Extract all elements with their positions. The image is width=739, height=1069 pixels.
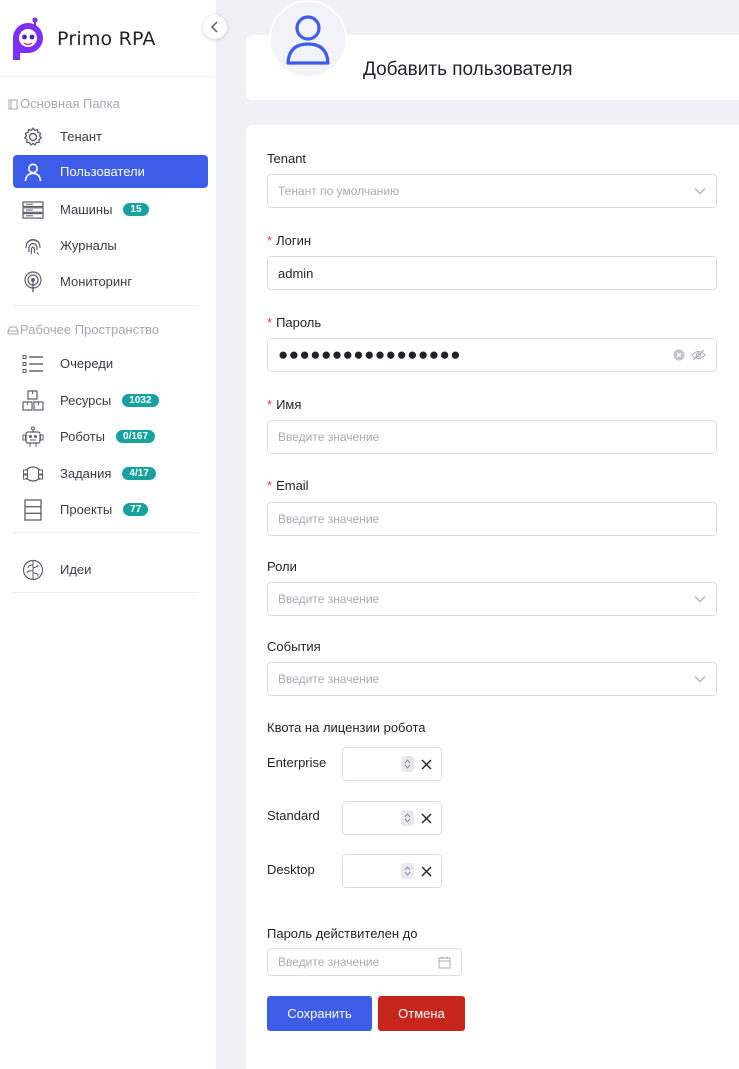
sidebar-item-monitoring[interactable]: Мониторинг bbox=[13, 265, 208, 298]
chevron-down-icon bbox=[694, 188, 706, 195]
sidebar-item-users[interactable]: Пользователи bbox=[13, 155, 208, 188]
clear-x-icon[interactable] bbox=[419, 864, 433, 878]
sidebar: Primo RPA Основная Папка Тенант Пользова… bbox=[0, 0, 227, 1069]
tenant-label: Tenant bbox=[267, 151, 307, 166]
gear-icon bbox=[21, 125, 45, 149]
group-title-main-folder: Основная Папка bbox=[7, 96, 120, 111]
stack-icon bbox=[21, 498, 45, 522]
machines-count-badge: 15 bbox=[123, 203, 149, 216]
email-label: * Email bbox=[267, 478, 309, 493]
login-label: * Логин bbox=[267, 233, 312, 248]
number-spinner[interactable] bbox=[401, 810, 414, 826]
eye-off-icon[interactable] bbox=[691, 349, 706, 361]
chevron-left-icon bbox=[210, 21, 218, 33]
sidebar-item-robots[interactable]: Роботы 0/167 bbox=[13, 420, 208, 453]
cycle-icon bbox=[21, 462, 45, 486]
chevron-down-icon bbox=[694, 676, 706, 683]
calendar-icon bbox=[438, 956, 451, 969]
events-label: События bbox=[267, 639, 321, 654]
sidebar-item-machines[interactable]: Машины 15 bbox=[13, 193, 208, 226]
chevron-down-icon bbox=[404, 764, 411, 769]
sidebar-item-projects[interactable]: Проекты 77 bbox=[13, 493, 208, 526]
folder-icon bbox=[8, 99, 18, 109]
robot-icon bbox=[21, 425, 45, 449]
password-input[interactable]: ●●●●●●●●●●●●●●●●● bbox=[267, 338, 717, 372]
collapse-sidebar-button[interactable] bbox=[203, 15, 227, 39]
roles-select[interactable]: Введите значение bbox=[267, 582, 717, 616]
sidebar-item-logs[interactable]: Журналы bbox=[13, 229, 208, 262]
robots-count-badge: 0/167 bbox=[116, 430, 156, 443]
page-title: Добавить пользователя bbox=[363, 59, 573, 80]
password-valid-label: Пароль действителен до bbox=[267, 926, 418, 941]
events-select[interactable]: Введите значение bbox=[267, 662, 717, 696]
resources-count-badge: 1032 bbox=[122, 394, 159, 407]
clear-x-icon[interactable] bbox=[419, 811, 433, 825]
avatar bbox=[269, 0, 347, 78]
tenant-select[interactable]: Тенант по умолчанию bbox=[267, 174, 717, 208]
chevron-down-icon bbox=[404, 818, 411, 823]
divider bbox=[0, 76, 216, 77]
number-spinner[interactable] bbox=[401, 863, 414, 879]
quota-enterprise-label: Enterprise bbox=[267, 755, 327, 770]
sidebar-item-ideas[interactable]: Идеи bbox=[13, 553, 208, 586]
sidebar-item-tasks[interactable]: Задания 4/17 bbox=[13, 457, 208, 490]
quota-standard-input[interactable] bbox=[342, 801, 442, 835]
clear-circle-icon[interactable] bbox=[673, 349, 685, 361]
login-input[interactable]: admin bbox=[267, 256, 717, 290]
boxes-icon bbox=[21, 389, 45, 413]
number-spinner[interactable] bbox=[401, 756, 414, 772]
divider bbox=[12, 532, 198, 533]
chevron-down-icon bbox=[694, 596, 706, 603]
list-icon bbox=[21, 352, 45, 376]
email-input[interactable]: Введите значение bbox=[267, 502, 717, 536]
quota-desktop-label: Desktop bbox=[267, 862, 315, 877]
primo-logo-icon bbox=[13, 17, 43, 60]
tray-icon bbox=[7, 326, 19, 334]
quota-label: Квота на лицензии робота bbox=[267, 720, 426, 735]
clear-x-icon[interactable] bbox=[419, 757, 433, 771]
tasks-count-badge: 4/17 bbox=[122, 467, 156, 480]
brand-name: Primo RPA bbox=[57, 28, 156, 50]
chevron-down-icon bbox=[404, 871, 411, 876]
group-title-workspace: Рабочее Пространство bbox=[7, 322, 159, 337]
cancel-button[interactable]: Отмена bbox=[378, 996, 465, 1031]
sidebar-item-queues[interactable]: Очереди bbox=[13, 347, 208, 380]
password-valid-date-input[interactable]: Введите значение bbox=[267, 948, 462, 976]
password-label: * Пароль bbox=[267, 315, 322, 330]
save-button[interactable]: Сохранить bbox=[267, 996, 372, 1031]
user-avatar-icon bbox=[286, 15, 330, 65]
quota-desktop-input[interactable] bbox=[342, 854, 442, 888]
quota-standard-label: Standard bbox=[267, 808, 320, 823]
divider bbox=[12, 305, 198, 306]
divider bbox=[12, 592, 198, 593]
projects-count-badge: 77 bbox=[123, 503, 149, 516]
fingerprint-icon bbox=[21, 234, 45, 258]
quota-enterprise-input[interactable] bbox=[342, 747, 442, 781]
sidebar-item-resources[interactable]: Ресурсы 1032 bbox=[13, 384, 208, 417]
brain-icon bbox=[21, 558, 45, 582]
sidebar-item-tenant[interactable]: Тенант bbox=[13, 120, 208, 153]
name-label: * Имя bbox=[267, 397, 302, 412]
roles-label: Роли bbox=[267, 559, 297, 574]
server-icon bbox=[21, 198, 45, 222]
name-input[interactable]: Введите значение bbox=[267, 420, 717, 454]
radar-icon bbox=[21, 270, 45, 294]
user-icon bbox=[21, 160, 45, 184]
brand[interactable]: Primo RPA bbox=[10, 14, 156, 64]
